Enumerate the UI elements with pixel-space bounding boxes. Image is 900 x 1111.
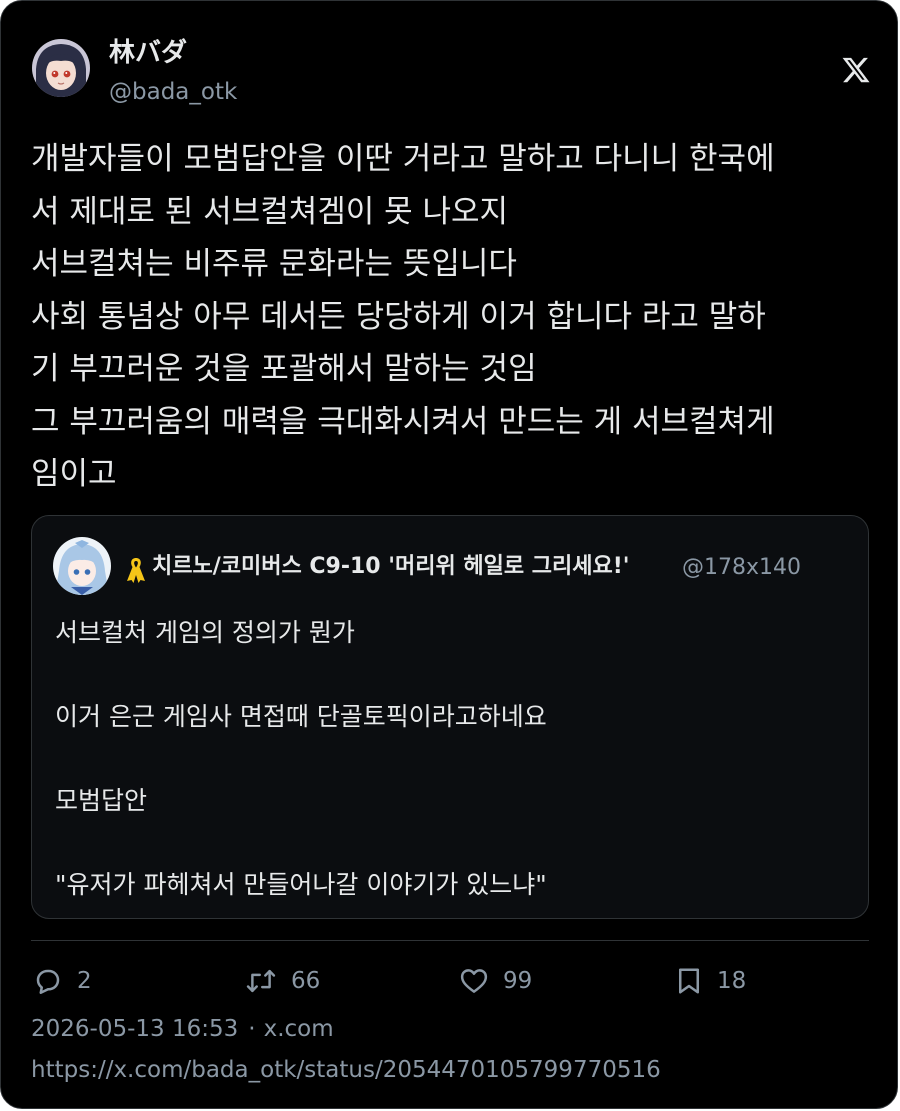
quote-paragraph-spacer <box>55 654 845 696</box>
tweet-url[interactable]: https://x.com/bada_otk/status/2054470105… <box>31 1054 661 1086</box>
quote-paragraph-spacer <box>55 822 845 864</box>
like-count: 99 <box>503 968 533 994</box>
repost-button[interactable]: 66 <box>245 963 320 999</box>
author-display-name[interactable]: 林バダ <box>109 37 187 69</box>
quote-text: 서브컬처 게임의 정의가 뭔가 이거 은근 게임사 면접때 단골토픽이라고하네요… <box>55 612 845 906</box>
quote-paragraph: 서브컬처 게임의 정의가 뭔가 <box>55 618 355 647</box>
quote-paragraph: "유저가 파헤쳐서 만들어나갈 이야기가 있느냐" <box>55 870 547 899</box>
quote-paragraph: 이거 은근 게임사 면접때 단골토픽이라고하네요 <box>55 702 547 731</box>
bookmark-count: 18 <box>717 968 747 994</box>
meta-separator: · <box>248 1016 256 1042</box>
quote-paragraph-spacer <box>55 738 845 780</box>
reply-button[interactable]: 2 <box>33 963 92 999</box>
timestamp[interactable]: 2026-05-13 16:53 <box>31 1016 238 1042</box>
reply-count: 2 <box>77 968 92 994</box>
bookmark-button[interactable]: 18 <box>675 963 746 999</box>
quote-author-handle[interactable]: @178x140 <box>682 553 801 583</box>
tweet-meta: 2026-05-13 16:53 · x.com <box>31 1013 334 1045</box>
quote-paragraph: 모범답안 <box>55 786 148 815</box>
tweet-text: 개발자들이 모범답안을 이딴 거라고 말하고 다니니 한국에 서 제대로 된 서… <box>31 141 775 492</box>
tweet-card: 林バダ @bada_otk 개발자들이 모범답안을 이딴 거라고 말하고 다니니… <box>0 0 898 1109</box>
source-label: x.com <box>263 1016 334 1042</box>
actions-divider <box>31 940 869 941</box>
bookmark-icon <box>675 966 703 996</box>
author-avatar[interactable] <box>32 39 90 97</box>
quoted-tweet[interactable]: 치르노/코미버스 C9-10 '머리위 헤일로 그리세요!' @178x140 … <box>31 515 869 919</box>
heart-icon <box>459 966 489 996</box>
repost-icon <box>245 966 277 996</box>
quote-author-display-name[interactable]: 치르노/코미버스 C9-10 '머리위 헤일로 그리세요!' <box>152 552 629 582</box>
like-button[interactable]: 99 <box>459 963 532 999</box>
author-handle[interactable]: @bada_otk <box>109 77 237 107</box>
yellow-ribbon-icon <box>124 556 148 584</box>
reply-bubble-icon <box>33 966 63 996</box>
repost-count: 66 <box>291 968 321 994</box>
quote-author-avatar[interactable] <box>53 537 111 595</box>
x-logo-icon[interactable] <box>841 55 871 85</box>
